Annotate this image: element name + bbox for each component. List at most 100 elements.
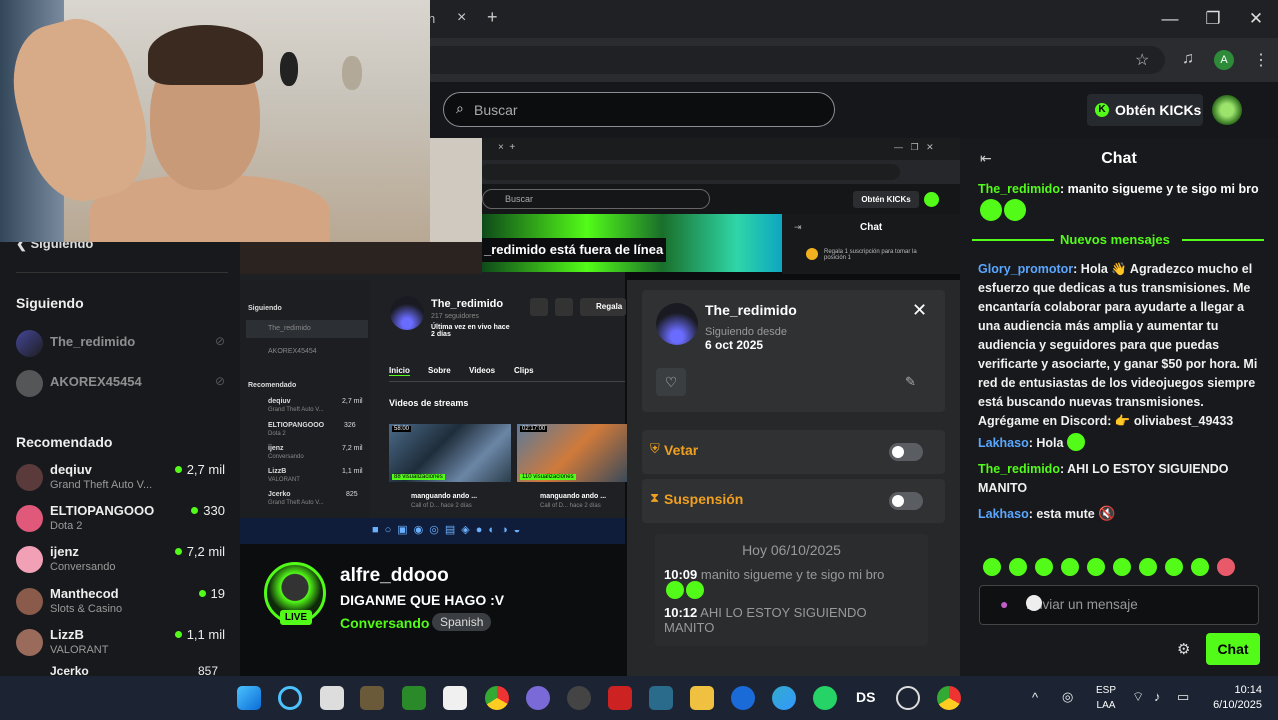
edge-icon[interactable]: [772, 686, 796, 710]
whatsapp-icon[interactable]: [813, 686, 837, 710]
sidebar-item-ijenz[interactable]: ijenz Conversando 7,2 mil: [16, 544, 231, 578]
profile-avatar[interactable]: A: [1214, 50, 1234, 70]
maximize-button[interactable]: ❐: [1198, 6, 1228, 32]
emote-icon[interactable]: [1191, 558, 1209, 576]
obs-icon[interactable]: [567, 686, 591, 710]
emote-icon[interactable]: [1165, 558, 1183, 576]
user-card-name: The_redimido: [705, 302, 797, 318]
chat-input[interactable]: ● Enviar un mensaje: [979, 585, 1259, 625]
nested-search: Buscar: [482, 189, 710, 209]
tray-app-icon[interactable]: ◎: [1062, 689, 1073, 705]
chat-text: : esta mute: [1028, 507, 1095, 521]
close-window-button[interactable]: ✕: [1241, 6, 1271, 32]
emote-icon[interactable]: [1113, 558, 1131, 576]
app-icon[interactable]: [360, 686, 384, 710]
send-chat-button[interactable]: Chat: [1206, 633, 1260, 665]
menu-kebab-icon[interactable]: ⋮: [1253, 50, 1269, 70]
chat-title: Chat: [1101, 150, 1137, 167]
user-avatar[interactable]: [1212, 95, 1242, 125]
emote-icon[interactable]: [983, 558, 1001, 576]
chat-message[interactable]: The_redimido: AHI LO ESTOY SIGUIENDO MAN…: [978, 460, 1258, 498]
emote-icon[interactable]: [1061, 558, 1079, 576]
user-avatar: [656, 303, 698, 345]
xbox-icon[interactable]: [402, 686, 426, 710]
webcam-person-hair: [148, 25, 263, 85]
chat-message[interactable]: The_redimido: manito sigueme y te sigo m…: [978, 182, 1259, 196]
chat-username[interactable]: Glory_promotor: [978, 262, 1073, 276]
channel-name: Manthecod: [50, 586, 119, 601]
sidebar-item-manthecod[interactable]: Manthecod Slots & Casino 19: [16, 586, 231, 620]
chat-username[interactable]: Lakhaso: [978, 507, 1029, 521]
battery-icon[interactable]: ▭: [1177, 689, 1189, 705]
app-icon[interactable]: [649, 686, 673, 710]
chat-username[interactable]: Lakhaso: [978, 436, 1029, 450]
nested-tab-sobre: Sobre: [428, 366, 451, 375]
suspension-toggle[interactable]: [889, 492, 923, 510]
new-messages-divider: Nuevos mensajes: [972, 232, 1264, 247]
search-input[interactable]: ⌕ Buscar: [443, 92, 835, 127]
sidebar-item-lizzb[interactable]: LizzB VALORANT 1,1 mil: [16, 627, 231, 661]
new-tab-button[interactable]: +: [487, 7, 498, 28]
omnibox[interactable]: [420, 46, 1165, 74]
emote-icon[interactable]: [1035, 558, 1053, 576]
hp-icon[interactable]: [731, 686, 755, 710]
chatgpt-icon[interactable]: [896, 686, 920, 710]
suspension-label: Suspensión: [664, 491, 744, 507]
emoji-icon[interactable]: [1026, 595, 1042, 611]
get-kicks-button[interactable]: K Obtén KICKs: [1087, 94, 1203, 126]
app-icon[interactable]: DS: [856, 689, 875, 705]
chat-message[interactable]: Glory_promotor: Hola 👋 Agradezco mucho e…: [978, 260, 1258, 431]
veto-toggle[interactable]: [889, 443, 923, 461]
microphone-icon[interactable]: ●: [1000, 596, 1008, 612]
nested-rec-cat: VALORANT: [268, 477, 300, 483]
sidebar-item-akorex45454[interactable]: AKOREX45454 ⊘: [16, 368, 231, 402]
streamer-name[interactable]: alfre_ddooo: [340, 565, 449, 587]
chrome-icon[interactable]: [937, 686, 961, 710]
avatar: [16, 505, 43, 532]
mute-icon[interactable]: ✎: [905, 374, 916, 390]
nested-channel-name: The_redimido: [431, 298, 504, 310]
chat-message[interactable]: Lakhaso: esta mute 🔇: [978, 504, 1258, 524]
language-indicator[interactable]: ESP LAA: [1094, 683, 1118, 713]
bookmark-star-icon[interactable]: ☆: [1135, 50, 1149, 70]
stream-category[interactable]: Conversando: [340, 615, 429, 631]
offline-icon: ⊘: [214, 334, 225, 348]
emote-icon[interactable]: [1217, 558, 1235, 576]
sidebar-item-jcerko[interactable]: Jcerko 857: [0, 666, 240, 676]
tab-close-icon[interactable]: ×: [457, 9, 466, 27]
emote-icon[interactable]: [1009, 558, 1027, 576]
clock[interactable]: 10:14 6/10/2025: [1200, 683, 1262, 713]
heart-icon[interactable]: ♡: [656, 368, 686, 396]
file-explorer-icon[interactable]: [690, 686, 714, 710]
start-icon[interactable]: [237, 686, 261, 710]
tray-overflow-icon[interactable]: ^: [1032, 690, 1038, 705]
wifi-icon[interactable]: ⌔: [1132, 689, 1144, 705]
search-icon[interactable]: [278, 686, 302, 710]
volume-icon[interactable]: ♪: [1154, 689, 1161, 704]
hourglass-icon: ⧗: [650, 490, 660, 505]
sidebar-item-the-redimido[interactable]: The_redimido ⊘: [16, 328, 231, 362]
veto-row[interactable]: ⛨ Vetar: [642, 430, 945, 474]
app-icon[interactable]: [526, 686, 550, 710]
task-view-icon[interactable]: [320, 686, 344, 710]
chat-message[interactable]: Lakhaso: Hola: [978, 433, 1258, 460]
minimize-button[interactable]: —: [1155, 6, 1185, 32]
emote-icon[interactable]: [1139, 558, 1157, 576]
nested-rec-cat: Conversando: [268, 454, 304, 460]
chat-username[interactable]: The_redimido: [978, 182, 1060, 196]
divider: [389, 381, 625, 382]
chat-username[interactable]: The_redimido: [978, 462, 1060, 476]
sidebar-item-deqiuv[interactable]: deqiuv Grand Theft Auto V... 2,7 mil: [16, 462, 231, 496]
nested-gift-button: Regala: [580, 298, 626, 316]
netflix-icon[interactable]: [608, 686, 632, 710]
emote-icon[interactable]: [1087, 558, 1105, 576]
language-tag[interactable]: Spanish: [432, 613, 492, 631]
gear-icon[interactable]: ⚙: [1177, 640, 1190, 658]
chrome-icon[interactable]: [485, 686, 509, 710]
media-icon[interactable]: ♫: [1182, 50, 1194, 68]
sidebar-item-eltiopangooo[interactable]: ELTIOPANGOOO Dota 2 330: [16, 503, 231, 537]
calendar-icon[interactable]: [443, 686, 467, 710]
following-heading: Siguiendo: [16, 295, 84, 311]
suspension-row[interactable]: ⧗ Suspensión: [642, 479, 945, 523]
close-icon[interactable]: ✕: [912, 300, 927, 321]
